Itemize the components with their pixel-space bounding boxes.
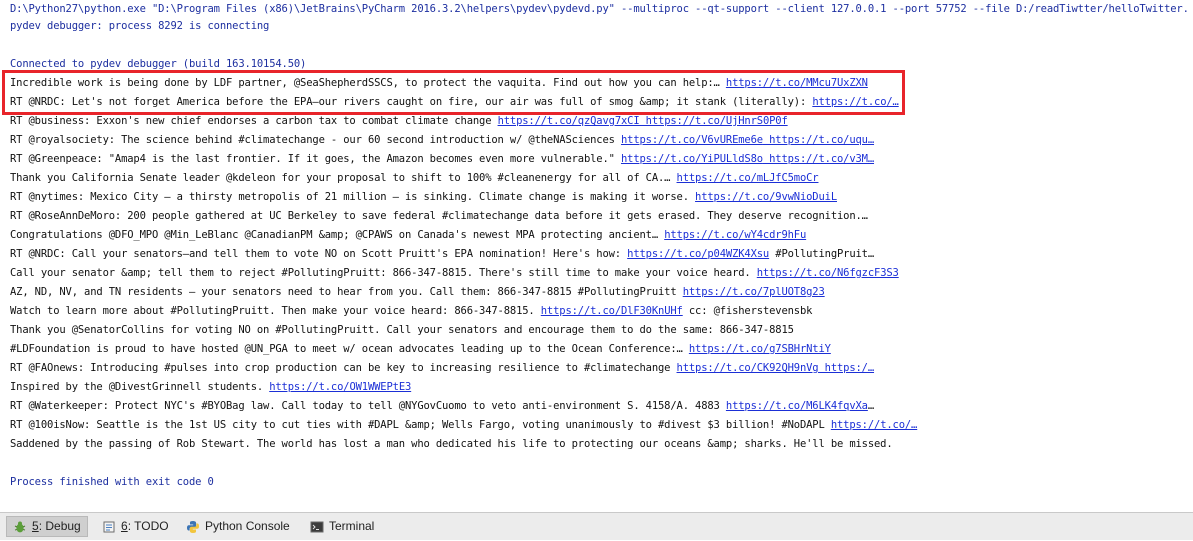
todo-icon xyxy=(102,520,116,534)
console-line: Thank you California Senate leader @kdel… xyxy=(10,169,1189,188)
console-line-text: RT @nytimes: Mexico City — a thirsty met… xyxy=(10,191,696,203)
console-line: RT @NRDC: Let's not forget America befor… xyxy=(10,93,1189,112)
console-line-text: RT @royalsociety: The science behind #cl… xyxy=(10,134,621,146)
console-link[interactable]: https://t.co/N6fgzcF3S3 xyxy=(757,267,899,279)
console-line: Thank you @SenatorCollins for voting NO … xyxy=(10,321,1189,340)
console-link[interactable]: https://t.co/qzQavg7xCI xyxy=(498,115,640,127)
terminal-icon xyxy=(310,520,324,534)
console-link[interactable]: https://t.co/wY4cdr9hFu xyxy=(664,229,806,241)
console-line: RT @Greenpeace: "Amap4 is the last front… xyxy=(10,150,1189,169)
console-line-text: AZ, ND, NV, and TN residents — your sena… xyxy=(10,286,683,298)
console-line: RT @Waterkeeper: Protect NYC's #BYOBag l… xyxy=(10,397,1189,416)
console-link[interactable]: https://t.co/MMcu7UxZXN xyxy=(726,77,868,89)
console-line-text: RT @Waterkeeper: Protect NYC's #BYOBag l… xyxy=(10,400,726,412)
console-line: RT @FAOnews: Introducing #pulses into cr… xyxy=(10,359,1189,378)
connecting-message: pydev debugger: process 8292 is connecti… xyxy=(10,20,270,32)
console-line: RT @business: Exxon's new chief endorses… xyxy=(10,112,1189,131)
console-link[interactable]: https://t.co/mLJfC5moCr xyxy=(677,172,819,184)
console-line-text: RT @FAOnews: Introducing #pulses into cr… xyxy=(10,362,677,374)
console-line-text: RT @NRDC: Let's not forget America befor… xyxy=(10,96,813,108)
console-line: Watch to learn more about #PollutingPrui… xyxy=(10,302,1189,321)
console-line-tail: cc: @fisherstevensbk xyxy=(682,305,813,317)
console-line: RT @RoseAnnDeMoro: 200 people gathered a… xyxy=(10,207,1189,226)
console-line-text: #LDFoundation is proud to have hosted @U… xyxy=(10,343,689,355)
tool-window-bar: 5: Debug 6: TODO Python Console Terminal xyxy=(0,512,1193,540)
console-link[interactable]: https://t.co/g7SBHrNtiY xyxy=(689,343,831,355)
console-line: Inspired by the @DivestGrinnell students… xyxy=(10,378,1189,397)
console-link[interactable]: https://t.co/9vwNioDuiL xyxy=(695,191,837,203)
console-line: RT @royalsociety: The science behind #cl… xyxy=(10,131,1189,150)
console-line-text: Saddened by the passing of Rob Stewart. … xyxy=(10,438,893,450)
console-line-tail: … xyxy=(867,400,875,412)
console-line: Call your senator &amp; tell them to rej… xyxy=(10,264,1189,283)
console-line: #LDFoundation is proud to have hosted @U… xyxy=(10,340,1189,359)
tab-debug[interactable]: 5: Debug xyxy=(6,516,88,537)
console-line-text: RT @business: Exxon's new chief endorses… xyxy=(10,115,498,127)
console-line-text: Incredible work is being done by LDF par… xyxy=(10,77,726,89)
connected-message: Connected to pydev debugger (build 163.1… xyxy=(10,58,307,70)
tab-terminal[interactable]: Terminal xyxy=(304,516,384,537)
console-link[interactable]: https://t.co/7plUOT8g23 xyxy=(683,286,825,298)
console-line: AZ, ND, NV, and TN residents — your sena… xyxy=(10,283,1189,302)
console-line-tail[interactable]: https://t.co/UjHnrS0P0f xyxy=(640,115,788,127)
console-line: RT @NRDC: Call your senators—and tell th… xyxy=(10,245,1189,264)
console-link[interactable]: https://t.co/YiPULldS8o xyxy=(621,153,763,165)
console-line-text: RT @NRDC: Call your senators—and tell th… xyxy=(10,248,628,260)
bug-icon xyxy=(13,520,27,534)
console-link[interactable]: https://t.co/V6vUREme6e xyxy=(621,134,763,146)
console-line-tail: #PollutingPruit… xyxy=(769,248,875,260)
tab-python-console[interactable]: Python Console xyxy=(180,516,300,537)
tab-terminal-label: Terminal xyxy=(329,519,375,533)
python-icon xyxy=(186,520,200,534)
console-line-text: Thank you @SenatorCollins for voting NO … xyxy=(10,324,794,336)
console-line-tail[interactable]: https://t.co/uqu… xyxy=(763,134,874,146)
console-line-text: Thank you California Senate leader @kdel… xyxy=(10,172,677,184)
console-line-text: RT @Greenpeace: "Amap4 is the last front… xyxy=(10,153,621,165)
console-link[interactable]: https://t.co/DlF30KnUHf xyxy=(541,305,683,317)
tab-todo-label: 6: TODO xyxy=(121,519,169,533)
console-line-text: Watch to learn more about #PollutingPrui… xyxy=(10,305,541,317)
tab-debug-label: 5: Debug xyxy=(32,519,81,533)
exit-message: Process finished with exit code 0 xyxy=(10,476,214,488)
console-line: Congratulations @DFO_MPO @Min_LeBlanc @C… xyxy=(10,226,1189,245)
console-link[interactable]: https://t.co/… xyxy=(831,419,918,431)
console-line: RT @nytimes: Mexico City — a thirsty met… xyxy=(10,188,1189,207)
console-link[interactable]: https://t.co/M6LK4fqvXa xyxy=(726,400,868,412)
console-line-text: RT @100isNow: Seattle is the 1st US city… xyxy=(10,419,831,431)
console-line-text: Inspired by the @DivestGrinnell students… xyxy=(10,381,270,393)
console-line: RT @100isNow: Seattle is the 1st US city… xyxy=(10,416,1189,435)
tab-todo[interactable]: 6: TODO xyxy=(96,516,176,537)
console-link[interactable]: https://t.co/… xyxy=(812,96,899,108)
console-line: Incredible work is being done by LDF par… xyxy=(10,74,1189,93)
console-line-text: Call your senator &amp; tell them to rej… xyxy=(10,267,757,279)
console-output[interactable]: D:\Python27\python.exe "D:\Program Files… xyxy=(0,0,1193,512)
tab-python-console-label: Python Console xyxy=(205,519,290,533)
console-line-tail[interactable]: https://t.co/v3M… xyxy=(763,153,874,165)
console-link[interactable]: https://t.co/p04WZK4Xsu xyxy=(627,248,769,260)
console-link[interactable]: https://t.co/OW1WWEPtE3 xyxy=(269,381,411,393)
console-line-text: Congratulations @DFO_MPO @Min_LeBlanc @C… xyxy=(10,229,665,241)
console-link[interactable]: https://t.co/CK92QH9nVg xyxy=(677,362,819,374)
console-line: Saddened by the passing of Rob Stewart. … xyxy=(10,435,1189,454)
console-line-text: RT @RoseAnnDeMoro: 200 people gathered a… xyxy=(10,210,868,222)
console-line-tail[interactable]: https:/… xyxy=(818,362,875,374)
